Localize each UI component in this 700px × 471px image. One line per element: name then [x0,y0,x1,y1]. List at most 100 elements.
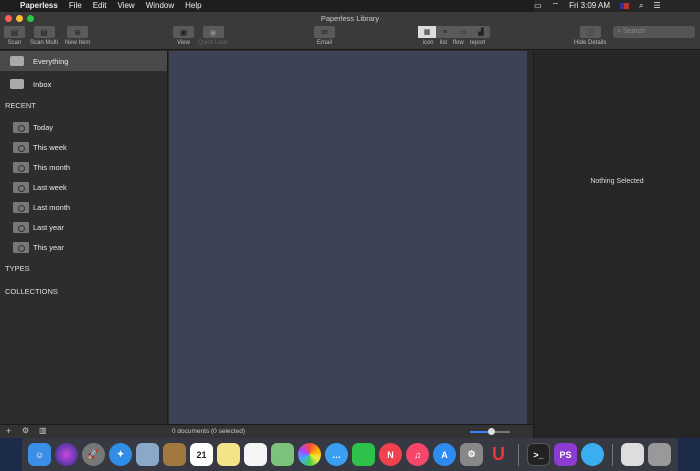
smart-folder-icon [13,181,29,193]
smart-folder-icon [13,201,29,213]
reminders-icon[interactable] [244,443,267,466]
types-header[interactable]: TYPES [0,257,167,280]
app-store-icon[interactable]: A [433,443,456,466]
terminal-icon[interactable]: >_ [527,443,550,466]
menu-app[interactable]: Paperless [20,0,58,12]
trash-icon[interactable] [648,443,671,466]
maps-icon[interactable] [271,443,294,466]
dock-separator [612,443,613,466]
view-label: View [177,40,190,46]
sidebar-item-last-month[interactable]: Last month [0,197,167,217]
flag-icon[interactable] [620,3,629,9]
music-icon[interactable]: ♫ [406,443,429,466]
spotlight-icon[interactable]: ⌕ [639,0,643,12]
eye-icon: ◉ [202,26,224,38]
new-item-label: New Item [65,40,91,46]
quick-look-button[interactable]: ◉ Quick Look [198,26,228,46]
add-icon[interactable]: + [6,426,11,436]
siri-icon[interactable] [55,443,78,466]
launchpad-icon[interactable]: 🚀 [82,443,105,466]
icon-view-icon[interactable]: ▦ [418,26,436,38]
view-button[interactable]: ▣ View [173,26,194,46]
contacts-icon[interactable] [163,443,186,466]
document-grid[interactable] [169,51,527,424]
list-label: list [439,40,447,46]
sidebar-item-this-week[interactable]: This week [0,137,167,157]
smart-folder-icon [13,141,29,153]
documents-folder-icon[interactable] [621,443,644,466]
toolbar: Paperless Library ▤ Scan ▤ Scan Multi ⊕ New… [0,12,700,50]
plus-circle-icon: ⊕ [67,26,89,38]
folder-label: This month [33,162,71,172]
finder-icon[interactable]: ☺ [28,443,51,466]
airplay-icon[interactable]: ▭ [534,0,542,12]
sidebar-item-this-year[interactable]: This year [0,237,167,257]
info-icon: ⓘ [579,26,601,38]
sidebar-item-last-year[interactable]: Last year [0,217,167,237]
android-file-transfer-icon[interactable] [581,443,604,466]
zoom-slider[interactable] [470,428,510,435]
sidebar-item-inbox[interactable]: Inbox [0,74,167,94]
menu-file[interactable]: File [69,0,82,12]
facetime-icon[interactable] [352,443,375,466]
menu-help[interactable]: Help [185,0,201,12]
slider-thumb[interactable] [488,428,495,435]
status-bar: + ⚙ ▥ 0 documents (0 selected) [0,424,533,438]
collections-header[interactable]: COLLECTIONS [0,280,167,303]
flow-view-icon[interactable]: ▭ [454,26,472,38]
menu-bar: Paperless File Edit View Window Help ▭ ⌔… [0,0,700,12]
sidebar-item-last-week[interactable]: Last week [0,177,167,197]
photos-icon[interactable] [298,443,321,466]
menu-window[interactable]: Window [146,0,174,12]
icon-label: icon [422,40,434,46]
preview-icon[interactable] [136,443,159,466]
menu-view[interactable]: View [118,0,135,12]
hide-details-label: Hide Details [574,40,607,46]
search-input[interactable]: ⌕ Search [613,26,695,38]
messages-icon[interactable]: … [325,443,348,466]
system-preferences-icon[interactable]: ⚙ [460,443,483,466]
news-icon[interactable]: N [379,443,402,466]
email-label: Email [316,40,332,46]
trash-icon[interactable]: ▥ [39,426,47,435]
phpstorm-icon[interactable]: PS [554,443,577,466]
dock: ☺ 🚀 ✦ 21 … N ♫ A ⚙ U >_ PS [22,438,678,471]
scan-multi-button[interactable]: ▤ Scan Multi [30,26,58,46]
dock-separator [518,443,519,466]
details-pane: Nothing Selected [533,51,700,438]
nothing-selected-label: Nothing Selected [590,178,644,185]
new-item-button[interactable]: ⊕ New Item [65,26,90,46]
notes-icon[interactable] [217,443,240,466]
report-label: report [469,40,486,46]
control-center-icon[interactable]: ☰ [653,0,660,12]
calendar-day: 21 [196,449,207,460]
sidebar-item-everything[interactable]: Everything [0,51,167,71]
sidebar-item-this-month[interactable]: This month [0,157,167,177]
email-button[interactable]: ✉ Email [314,26,335,46]
folder-label: This week [33,142,67,152]
inbox-label: Inbox [33,79,52,89]
scan-multi-label: Scan Multi [30,40,59,46]
scan-button[interactable]: ▤ Scan [4,26,25,46]
smart-folder-icon [13,221,29,233]
wifi-icon[interactable]: ⌔ [552,0,560,12]
search-placeholder: Search [622,28,646,35]
menu-edit[interactable]: Edit [93,0,107,12]
magnet-icon[interactable]: U [487,443,510,466]
calendar-icon[interactable]: 21 [190,443,213,466]
view-icon: ▣ [173,26,194,38]
scanner-icon: ▤ [4,26,25,38]
inbox-icon [10,79,24,89]
folder-label: Last week [33,182,67,192]
flow-label: flow [453,40,464,46]
gear-icon[interactable]: ⚙ [22,426,29,435]
window-title: Paperless Library [320,14,380,23]
report-view-icon[interactable]: ▟ [472,26,490,38]
hide-details-button[interactable]: ⓘ Hide Details [574,26,606,46]
clock[interactable]: Fri 3:09 AM [569,0,610,12]
safari-icon[interactable]: ✦ [109,443,132,466]
list-view-icon[interactable]: ≡ [436,26,454,38]
recent-header: RECENT [5,101,36,110]
sidebar-item-today[interactable]: Today [0,117,167,137]
folder-label: Today [33,122,54,132]
